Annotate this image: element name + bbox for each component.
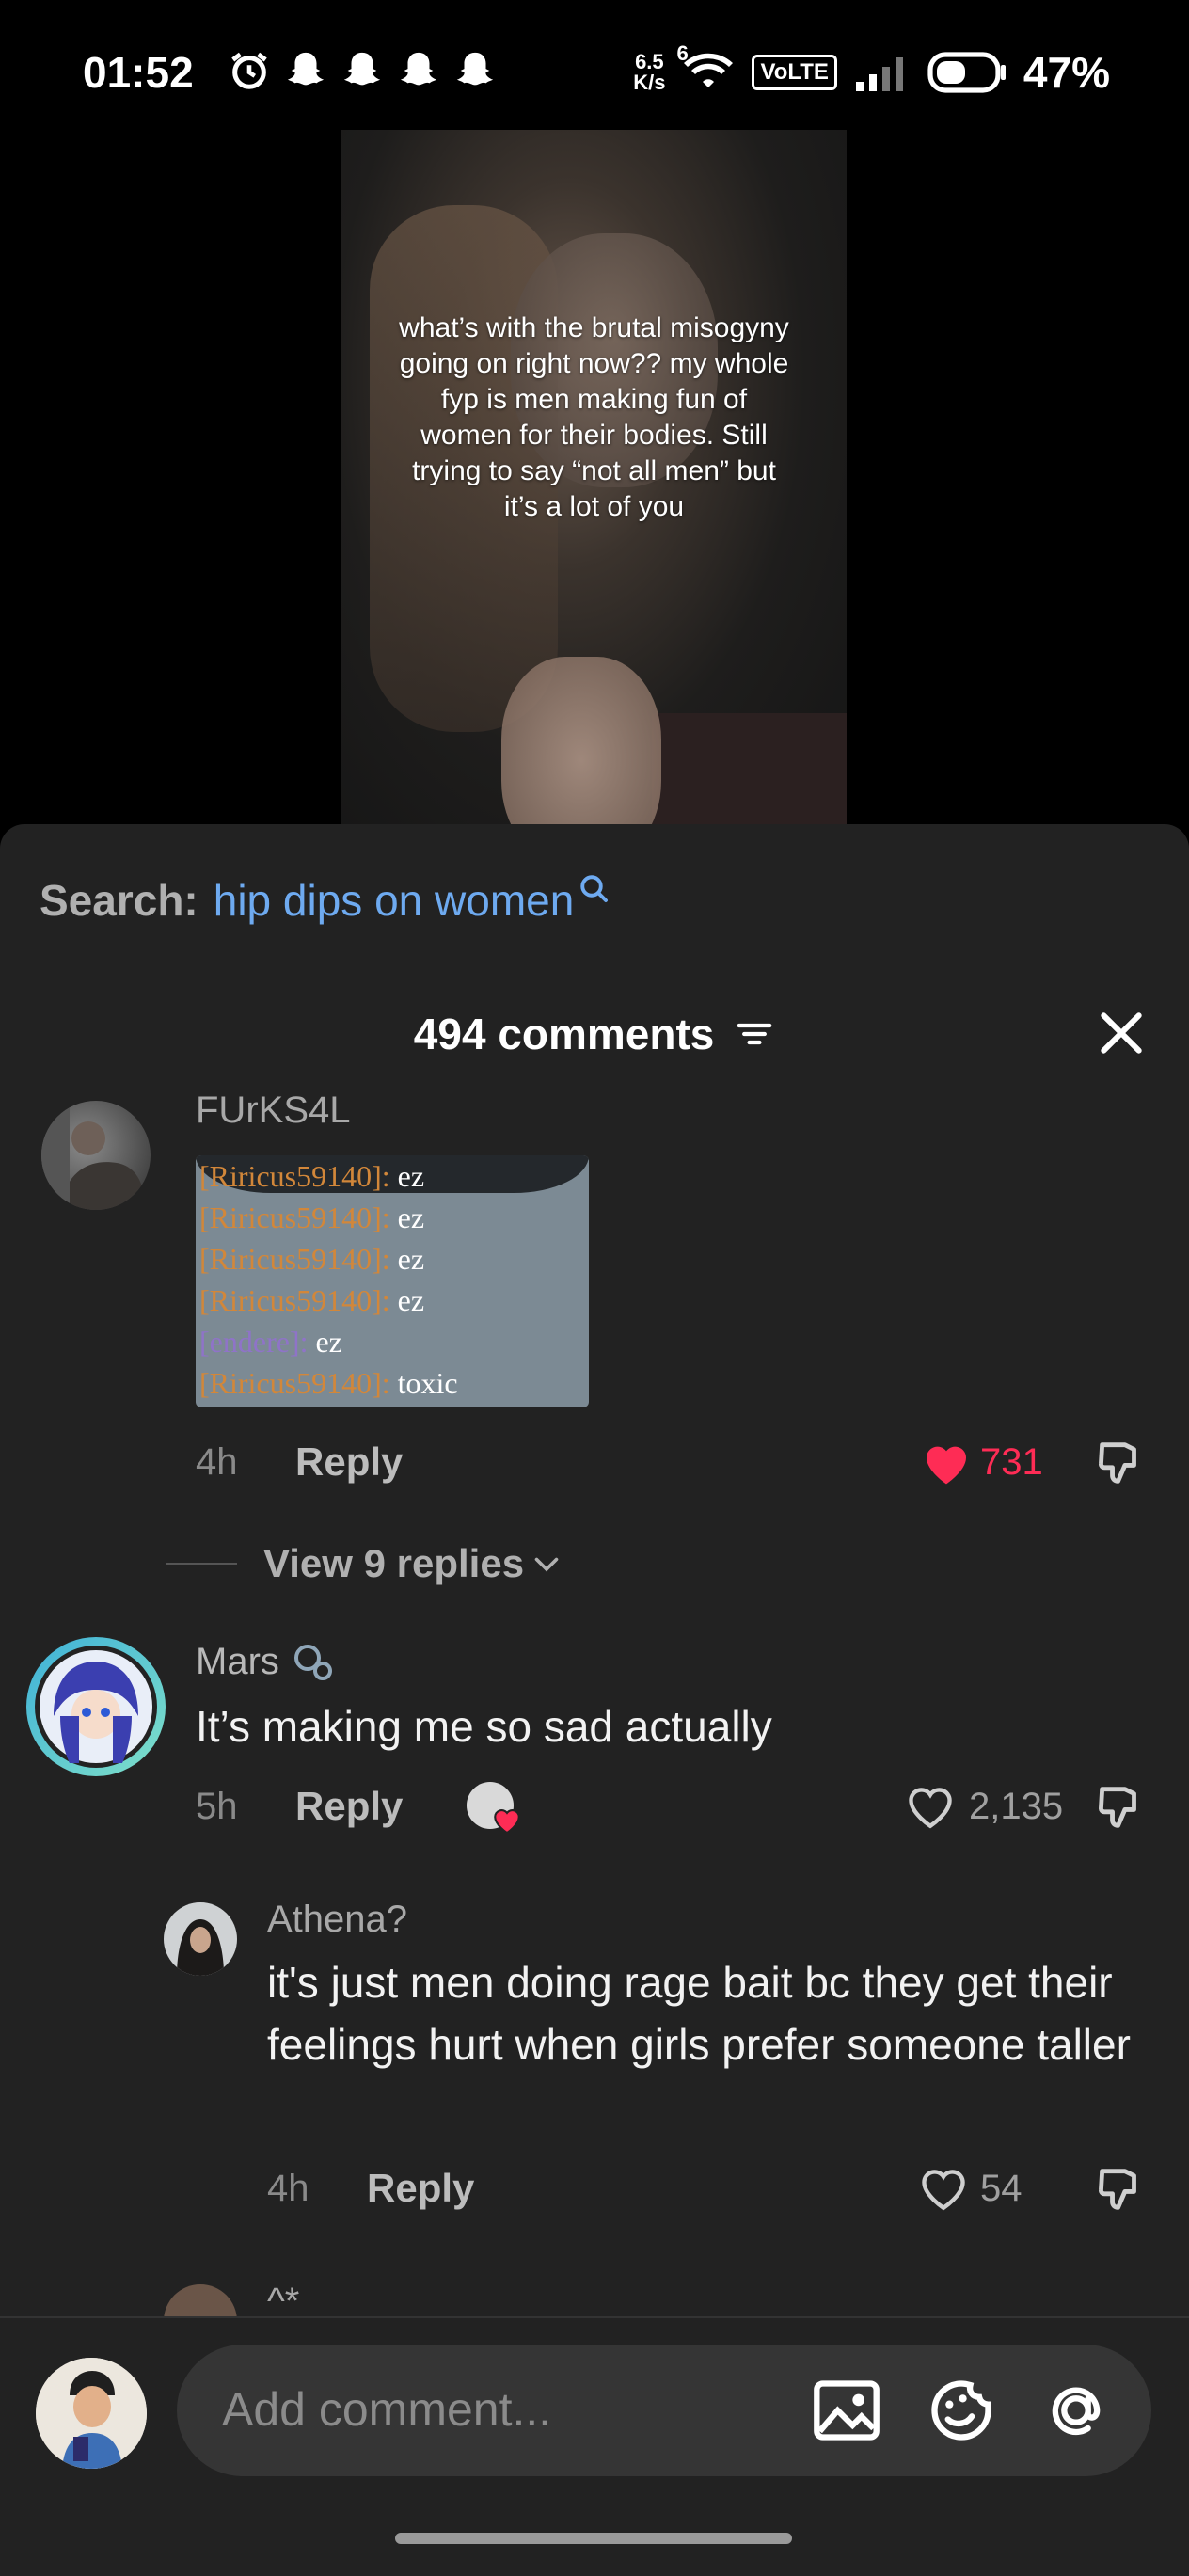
image-chat-line: [Riricus59140]: toxic [199,1366,458,1400]
anime-avatar-icon [40,1650,152,1763]
signal-icon [855,57,903,91]
network-speed-unit: K/s [633,71,666,94]
avatar-photo-icon [164,1902,237,1976]
comment-text: It’s making me so sad actually [196,1702,772,1751]
comment-time: 4h [196,1441,238,1483]
avatar[interactable] [26,1637,166,1776]
snapchat-icon [400,52,437,86]
image-chat-line: [Riricus59140]: ez [199,1242,425,1276]
add-comment-placeholder: Add comment... [222,2383,552,2436]
notification-icons [228,49,497,92]
search-suggestion[interactable]: Search: hip dips on women [40,875,611,926]
mention-icon[interactable] [1040,2375,1112,2446]
like-count: 2,135 [969,1786,1064,1827]
wifi-icon [684,53,734,87]
search-icon[interactable] [578,872,611,906]
snapchat-icon [287,52,325,86]
alarm-icon [231,52,267,89]
comment-time: 4h [267,2168,309,2209]
bubbles-icon [293,1645,332,1680]
home-indicator[interactable] [395,2533,792,2544]
reply-button[interactable]: Reply [295,1784,403,1829]
snapchat-icon [456,52,494,86]
image-chat-line: [endere]: ez [199,1325,342,1359]
video-caption: what’s with the brutal misogyny going on… [399,312,789,522]
image-chat-line: [Riricus59140]: ez [199,1283,425,1317]
video-frame-hand [501,657,661,826]
heart-badge-icon [494,1809,520,1835]
image-chat-line: [Riricus59140]: ez [199,1201,425,1234]
like-count: 54 [980,2168,1023,2209]
like-count: 731 [980,1441,1043,1483]
comments-count: 494 comments [413,1009,715,1058]
cartoon-avatar-icon [36,2358,147,2469]
system-status: 6.5 K/s 6 VoLTE 47% [633,41,1110,98]
avatar[interactable] [164,1902,237,1976]
heart-filled-icon[interactable] [920,1438,973,1487]
video-player[interactable]: what’s with the brutal misogyny going on… [341,130,847,826]
battery-percent: 47% [1023,48,1110,97]
avatar[interactable] [41,1101,151,1210]
battery-icon [927,52,1006,93]
comment-username[interactable]: FUrKS4L [196,1089,351,1132]
network-speed-value: 6.5 [635,50,664,73]
replies-divider [166,1563,237,1565]
heart-outline-icon[interactable] [916,2162,971,2213]
comment-username[interactable]: Athena? [267,1899,407,1941]
wifi-badge: 6 [676,40,689,65]
network-speed: 6.5 K/s [633,52,665,93]
close-icon[interactable] [1095,1007,1148,1059]
sticker-emoji-icon[interactable] [926,2375,997,2446]
search-query-link[interactable]: hip dips on women [214,875,575,926]
dislike-icon[interactable] [1093,1436,1148,1490]
creator-liked-badge [467,1780,521,1835]
heart-outline-icon[interactable] [903,1780,958,1831]
comment-header: Mars [196,1639,336,1684]
reply-button[interactable]: Reply [295,1439,403,1485]
comment-text: it's just men doing rage bait bc they ge… [267,1958,1131,2069]
wifi-indicator: 6 [676,41,735,97]
view-replies-label: View 9 replies [263,1541,525,1585]
view-replies-button[interactable]: View 9 replies [263,1541,563,1586]
my-avatar[interactable] [36,2358,147,2469]
status-time: 01:52 [83,48,194,97]
comment-image[interactable]: [Riricus59140]: ez [Riricus59140]: ez [R… [196,1155,589,1407]
search-label: Search: [40,876,198,925]
image-icon[interactable] [811,2377,882,2444]
video-frame-shirt [652,713,847,826]
chevron-down-icon [534,1557,559,1572]
dislike-icon[interactable] [1093,2162,1148,2217]
comments-header: 494 comments [0,1005,1189,1059]
snapchat-icon [343,52,381,86]
comment-time: 5h [196,1786,238,1827]
comment-username[interactable]: Mars [196,1641,279,1683]
reply-button[interactable]: Reply [367,2166,474,2211]
dislike-icon[interactable] [1093,1780,1148,1835]
volte-badge: VoLTE [752,55,837,90]
avatar-photo-icon [41,1101,145,1210]
sort-filter-icon[interactable] [734,1017,775,1051]
image-chat-line: [Riricus59140]: ez [199,1159,425,1193]
